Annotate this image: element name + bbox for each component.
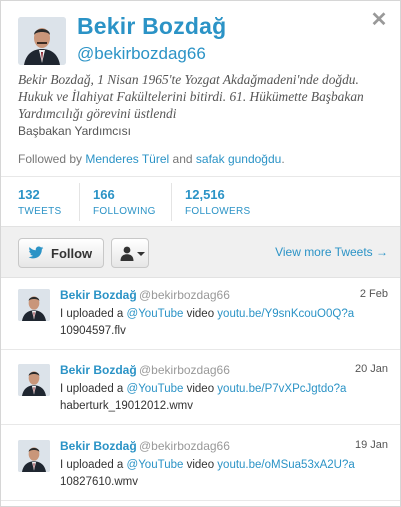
tweet-url-link[interactable]: youtu.be/oMSua53xA2U?a: [217, 459, 354, 471]
tweet-author-name[interactable]: Bekir Bozdağ: [60, 363, 137, 377]
stat-following[interactable]: 166 FOLLOWING: [93, 187, 156, 217]
stat-label: FOLLOWING: [93, 206, 156, 217]
followed-by-prefix: Followed by: [18, 152, 83, 166]
tweet-url-link[interactable]: youtu.be/Y9snKcouO0Q?a: [217, 308, 354, 320]
followed-by-user-link[interactable]: Menderes Türel: [85, 152, 169, 166]
twitter-bird-icon: [28, 246, 44, 259]
tweet-text-prefix: I uploaded a: [60, 308, 124, 320]
tweet-text-middle: video: [186, 383, 215, 395]
follow-label: Follow: [51, 246, 93, 261]
tweet-url-link[interactable]: youtu.be/P7vXPcJgtdo?a: [217, 383, 346, 395]
followed-by-suffix: .: [281, 152, 285, 166]
followed-by-user-link[interactable]: safak gundoğdu: [196, 152, 281, 166]
stat-label: FOLLOWERS: [185, 206, 251, 217]
tweet-avatar[interactable]: [18, 440, 50, 472]
tweet-text-prefix: I uploaded a: [60, 383, 124, 395]
profile-popup-card: ✕ Bekir Bozdağ @bekirbozdag66 Bekir Bozd…: [0, 0, 401, 507]
divider: [1, 176, 400, 177]
tweet-avatar[interactable]: [18, 364, 50, 396]
tweet-text-tail: 10904597.flv: [60, 325, 126, 337]
tweet-text-prefix: I uploaded a: [60, 459, 124, 471]
profile-handle[interactable]: @bekirbozdag66: [77, 44, 206, 64]
stat-value: 166: [93, 187, 115, 202]
profile-avatar[interactable]: [18, 17, 66, 65]
follow-button[interactable]: Follow: [18, 238, 104, 268]
followed-by-and: and: [172, 152, 193, 166]
tweet-author-name[interactable]: Bekir Bozdağ: [60, 439, 137, 453]
close-icon[interactable]: ✕: [370, 10, 388, 30]
tweet-text-tail: haberturk_19012012.wmv: [60, 400, 193, 412]
profile-subtitle: Başbakan Yardımcısı: [18, 124, 131, 138]
tweet-author-handle[interactable]: @bekirbozdag66: [139, 439, 230, 453]
caret-down-icon: [137, 252, 145, 256]
tweet-author-handle[interactable]: @bekirbozdag66: [139, 363, 230, 377]
action-bar: Follow View more Tweets →: [1, 226, 400, 278]
tweet-text-middle: video: [186, 459, 215, 471]
tweet-author-handle[interactable]: @bekirbozdag66: [139, 288, 230, 302]
user-actions-dropdown[interactable]: [111, 238, 149, 268]
followed-by: Followed by Menderes Türel and safak gun…: [18, 152, 285, 166]
divider: [171, 183, 172, 221]
divider: [79, 183, 80, 221]
stat-tweets[interactable]: 132 TWEETS: [18, 187, 61, 217]
tweet-text: I uploaded a @YouTube video youtu.be/P7v…: [60, 381, 380, 415]
profile-bio: Bekir Bozdağ, 1 Nisan 1965'te Yozgat Akd…: [18, 72, 364, 121]
view-more-tweets-link[interactable]: View more Tweets →: [275, 245, 388, 259]
profile-name[interactable]: Bekir Bozdağ: [77, 13, 226, 40]
tweet-text-middle: video: [186, 308, 215, 320]
tweet-item[interactable]: Bekir Bozdağ @bekirbozdag66 20 Jan I upl…: [1, 353, 400, 425]
tweet-mention-link[interactable]: @YouTube: [127, 308, 184, 320]
stat-followers[interactable]: 12,516 FOLLOWERS: [185, 187, 251, 217]
tweet-date[interactable]: 19 Jan: [355, 439, 388, 451]
tweet-item[interactable]: Bekir Bozdağ @bekirbozdag66 19 Jan I upl…: [1, 429, 400, 501]
tweet-date[interactable]: 2 Feb: [360, 288, 388, 300]
user-icon: [120, 246, 134, 261]
tweet-text: I uploaded a @YouTube video youtu.be/oMS…: [60, 457, 380, 491]
tweet-avatar[interactable]: [18, 289, 50, 321]
tweet-item[interactable]: Bekir Bozdağ @bekirbozdag66 2 Feb I uplo…: [1, 278, 400, 350]
tweet-author-name[interactable]: Bekir Bozdağ: [60, 288, 137, 302]
tweet-mention-link[interactable]: @YouTube: [127, 383, 184, 395]
stat-label: TWEETS: [18, 206, 62, 217]
stat-value: 132: [18, 187, 40, 202]
stat-value: 12,516: [185, 187, 225, 202]
tweet-text: I uploaded a @YouTube video youtu.be/Y9s…: [60, 306, 380, 340]
tweet-text-tail: 10827610.wmv: [60, 476, 138, 488]
tweet-date[interactable]: 20 Jan: [355, 363, 388, 375]
tweet-mention-link[interactable]: @YouTube: [127, 459, 184, 471]
